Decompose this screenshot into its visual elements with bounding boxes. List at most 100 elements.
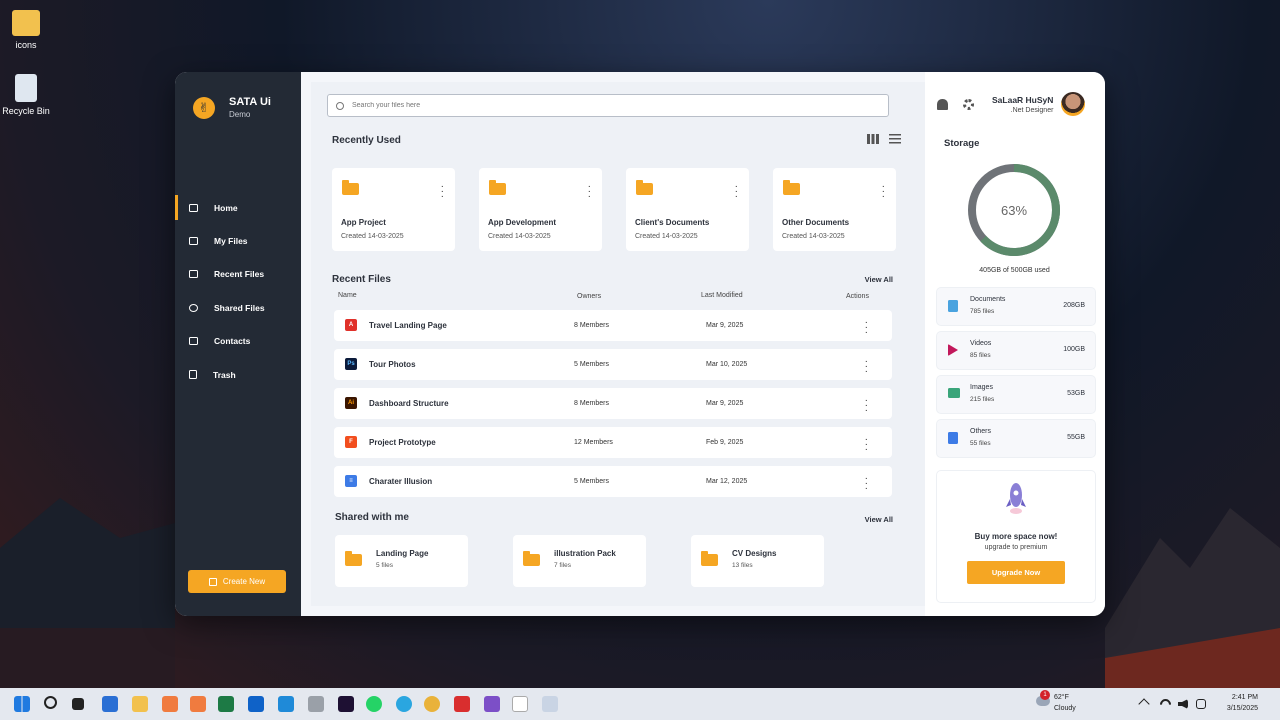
sidebar-item-my-files[interactable]: My Files xyxy=(175,224,301,257)
shared-folder-count: 5 files xyxy=(376,562,393,569)
folder-card[interactable]: · · · Other Documents Created 14-03-2025 xyxy=(773,168,896,251)
volume-icon[interactable] xyxy=(1178,699,1188,709)
main-content: Recently Used ··· App Project Created 14… xyxy=(311,82,925,606)
category-name: Others xyxy=(970,428,992,435)
desktop-icon-folder[interactable]: icons xyxy=(6,10,46,50)
taskbar: 1 62°F Cloudy 2:41 PM 3/15/2025 xyxy=(0,688,1280,720)
folder-card[interactable]: · · · Client's Documents Created 14-03-202… xyxy=(626,168,749,251)
visual-studio-icon[interactable] xyxy=(338,696,354,712)
user-role: .Net Designer xyxy=(1010,106,1054,114)
shared-with-me-title: Shared with me xyxy=(335,512,409,523)
whatsapp-icon[interactable] xyxy=(366,696,382,712)
peace-hand-icon: ✌ xyxy=(193,96,215,119)
search-icon[interactable] xyxy=(44,696,57,709)
shared-folder-count: 7 files xyxy=(554,562,571,569)
sidebar-item-home[interactable]: Home xyxy=(175,191,301,224)
more-options-icon[interactable]: · · · xyxy=(588,182,591,202)
desktop-icon-recycle-bin[interactable]: Recycle Bin xyxy=(2,74,50,116)
table-row[interactable]: Ai Dashboard Structure 8 Members Mar 9, … xyxy=(334,388,892,419)
category-count: 85 files xyxy=(970,352,991,359)
create-new-button[interactable]: Create New xyxy=(188,570,286,593)
chrome-icon[interactable] xyxy=(424,696,440,712)
clock[interactable]: 2:41 PM 3/15/2025 xyxy=(1227,692,1258,714)
recent-files-view-all-link[interactable]: View All xyxy=(865,275,893,284)
sidebar-item-contacts[interactable]: Contacts xyxy=(175,325,301,358)
folder-icon xyxy=(342,180,359,195)
xampp-icon[interactable] xyxy=(162,696,178,712)
shared-folder-card[interactable]: illustration Pack 7 files xyxy=(513,535,646,587)
folder-card[interactable]: · · · App Project Created 14-03-2025 xyxy=(332,168,455,251)
storage-category[interactable]: Videos 85 files 100GB xyxy=(937,332,1095,369)
create-new-label: Create New xyxy=(222,577,266,586)
recent-folders: · · · App Project Created 14-03-2025 · · · A… xyxy=(332,168,896,251)
sidebar-item-label: Contacts xyxy=(214,336,251,347)
storage-category[interactable]: Others 55 files 55GB xyxy=(937,420,1095,457)
brand-title: SATA Ui xyxy=(229,96,271,108)
more-options-icon[interactable]: · · · xyxy=(441,182,444,202)
excel-icon[interactable] xyxy=(218,696,234,712)
more-options-icon[interactable]: · · · xyxy=(865,435,868,455)
shared-folder-name: CV Designs xyxy=(732,549,777,558)
weather-widget[interactable]: 1 62°F Cloudy xyxy=(1036,690,1076,714)
folder-name: Other Documents xyxy=(782,218,850,227)
database-icon[interactable] xyxy=(308,696,324,712)
right-panel: SaLaaR HuSyN .Net Designer Storage 63% 4… xyxy=(925,72,1105,616)
folder-card[interactable]: · · · App Development Created 14-03-2025 xyxy=(479,168,602,251)
avatar[interactable] xyxy=(1061,92,1086,116)
more-options-icon[interactable]: · · · xyxy=(882,182,885,202)
more-options-icon[interactable]: · · · xyxy=(865,318,868,338)
anydesk-icon[interactable] xyxy=(454,696,470,712)
active-app-icon[interactable] xyxy=(512,696,528,712)
storage-used-text: 405GB of 500GB used xyxy=(979,267,1050,274)
app-store-icon[interactable] xyxy=(102,696,118,712)
folder-icon xyxy=(489,180,506,195)
promo-title: Buy more space now! xyxy=(974,532,1058,541)
wifi-icon[interactable] xyxy=(1157,696,1174,713)
search-input[interactable] xyxy=(352,102,852,109)
folder-created: Created 14-03-2025 xyxy=(782,233,845,240)
file-modified: Mar 12, 2025 xyxy=(706,478,748,485)
gear-icon[interactable] xyxy=(963,98,974,110)
list-view-icon[interactable] xyxy=(889,134,901,144)
more-options-icon[interactable]: · · · xyxy=(865,357,868,377)
battery-icon[interactable] xyxy=(1196,699,1206,709)
more-options-icon[interactable]: · · · xyxy=(865,474,868,494)
table-row[interactable]: ≡ Charater Illusion 5 Members Mar 12, 20… xyxy=(334,466,892,497)
visual-studio-icon[interactable] xyxy=(484,696,500,712)
shared-folder-card[interactable]: CV Designs 13 files xyxy=(691,535,824,587)
bell-icon[interactable] xyxy=(937,98,948,110)
vscode-icon[interactable] xyxy=(278,696,294,712)
storage-percent: 63% xyxy=(1000,202,1028,218)
sidebar-item-shared-files[interactable]: Shared Files xyxy=(175,291,301,324)
category-count: 785 files xyxy=(970,308,995,315)
storage-category[interactable]: Images 215 files 53GB xyxy=(937,376,1095,413)
chevron-up-icon[interactable] xyxy=(1138,698,1150,710)
task-view-icon[interactable] xyxy=(72,698,84,710)
file-name: Tour Photos xyxy=(369,360,416,369)
table-row[interactable]: Ps Tour Photos 5 Members Mar 10, 2025 · ·… xyxy=(334,349,892,380)
shared-folder-count: 13 files xyxy=(732,562,753,569)
outlook-icon[interactable] xyxy=(248,696,264,712)
more-options-icon[interactable]: · · · xyxy=(735,182,738,202)
windows-start-icon[interactable] xyxy=(14,696,30,712)
shared-folder-card[interactable]: Landing Page 5 files xyxy=(335,535,468,587)
promo-subtitle: upgrade to premium xyxy=(984,544,1048,551)
file-explorer-icon[interactable] xyxy=(132,696,148,712)
column-header-name: Name xyxy=(338,292,357,299)
sidebar-item-trash[interactable]: Trash xyxy=(175,358,301,391)
desktop-icon-label: Recycle Bin xyxy=(2,106,50,116)
sidebar-item-recent-files[interactable]: Recent Files xyxy=(175,258,301,291)
upgrade-now-button[interactable]: Upgrade Now xyxy=(967,561,1065,584)
file-name: Project Prototype xyxy=(369,438,436,447)
snipping-tool-icon[interactable] xyxy=(542,696,558,712)
table-row[interactable]: F Project Prototype 12 Members Feb 9, 20… xyxy=(334,427,892,458)
xampp-icon[interactable] xyxy=(190,696,206,712)
storage-category[interactable]: Documents 785 files 208GB xyxy=(937,288,1095,325)
grid-view-icon[interactable] xyxy=(867,134,879,144)
shared-view-all-link[interactable]: View All xyxy=(865,515,893,524)
search-icon xyxy=(336,101,344,110)
table-row[interactable]: A Travel Landing Page 8 Members Mar 9, 2… xyxy=(334,310,892,341)
edge-icon[interactable] xyxy=(396,696,412,712)
notification-badge: 1 xyxy=(1040,690,1050,700)
more-options-icon[interactable]: · · · xyxy=(865,396,868,416)
